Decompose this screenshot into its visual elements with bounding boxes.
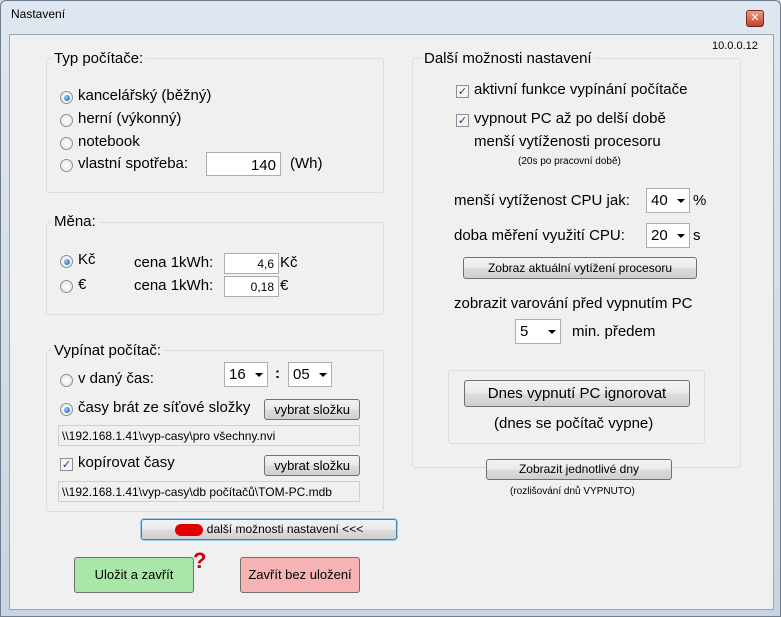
cpu-threshold-unit: % (693, 192, 707, 209)
select-folder-button[interactable]: vybrat složku (264, 399, 360, 420)
save-close-button[interactable]: Uložit a zavřít (74, 557, 194, 593)
radio-czk[interactable] (60, 255, 73, 268)
title-bar[interactable]: Nastavení ✕ (1, 1, 780, 27)
cpu-threshold-value: 40 (651, 192, 668, 209)
active-shutdown-checkbox[interactable]: ✓ (456, 85, 469, 98)
copy-times-label[interactable]: kopírovat časy (78, 454, 175, 471)
radio-network-label[interactable]: časy brát ze síťové složky (78, 399, 250, 416)
warning-value: 5 (520, 323, 529, 340)
hour-value: 16 (229, 366, 246, 383)
chevron-down-icon (548, 330, 556, 334)
copy-path-field[interactable]: \\192.168.1.41\vyp-casy\db počítačů\TOM-… (58, 481, 360, 502)
more-options-title: Další možnosti nastavení (422, 50, 594, 67)
radio-notebook-label[interactable]: notebook (78, 133, 140, 150)
radio-gaming[interactable] (60, 114, 73, 127)
select-folder-button-2[interactable]: vybrat složku (264, 455, 360, 476)
cpu-idle-note: (20s po pracovní době) (518, 156, 621, 167)
price-unit-czk: Kč (280, 254, 298, 271)
client-area: 10.0.0.12 Typ počítače: kancelářský (běž… (9, 34, 774, 610)
measure-value: 20 (651, 227, 668, 244)
days-note: (rozlišování dnů VYPNUTO) (510, 486, 635, 497)
chevron-down-icon (677, 199, 685, 203)
chevron-down-icon (319, 373, 327, 377)
more-settings-label: další možnosti nastavení <<< (206, 522, 364, 536)
ignore-status-text: (dnes se počítač vypne) (494, 415, 654, 432)
radio-network[interactable] (60, 403, 73, 416)
cpu-idle-checkbox[interactable]: ✓ (456, 114, 469, 127)
chevron-down-icon (255, 373, 263, 377)
currency-title: Měna: (52, 213, 98, 230)
radio-gaming-label[interactable]: herní (výkonný) (78, 110, 181, 127)
redaction-mark (174, 523, 203, 536)
close-nosave-button[interactable]: Zavřít bez uložení (240, 557, 360, 593)
cpu-threshold-select[interactable]: 40 (646, 188, 690, 213)
shutdown-title: Vypínat počítač: (52, 342, 164, 359)
show-days-button[interactable]: Zobrazit jednotlivé dny (486, 459, 672, 480)
radio-custom[interactable] (60, 159, 73, 172)
radio-office-label[interactable]: kancelářský (běžný) (78, 87, 211, 104)
consumption-unit: (Wh) (290, 155, 323, 172)
price-label-eur: cena 1kWh: (134, 277, 214, 294)
measure-label: doba měření využití CPU: (454, 227, 625, 244)
ignore-today-button[interactable]: Dnes vypnutí PC ignorovat (464, 380, 690, 407)
radio-czk-label[interactable]: Kč (78, 251, 96, 268)
cpu-idle-label-1[interactable]: vypnout PC až po delší době (474, 110, 666, 127)
window-title: Nastavení (11, 7, 66, 21)
computer-type-title: Typ počítače: (52, 50, 146, 67)
time-colon: : (275, 365, 280, 382)
minute-value: 05 (293, 366, 310, 383)
currency-group (46, 222, 384, 315)
consumption-input[interactable]: 140 (206, 152, 281, 176)
measure-select[interactable]: 20 (646, 223, 690, 248)
active-shutdown-label[interactable]: aktivní funkce vypínání počítače (474, 81, 687, 98)
radio-eur-label[interactable]: € (78, 276, 86, 293)
price-input-eur[interactable]: 0,18 (224, 276, 279, 297)
radio-office[interactable] (60, 91, 73, 104)
more-settings-button[interactable]: další možnosti nastavení <<< (141, 519, 397, 540)
version-label: 10.0.0.12 (712, 40, 758, 52)
settings-window: Nastavení ✕ 10.0.0.12 Typ počítače: kanc… (0, 0, 781, 617)
hour-select[interactable]: 16 (224, 362, 268, 387)
show-cpu-button[interactable]: Zobraz aktuální vytížení procesoru (463, 257, 697, 279)
radio-at-time-label[interactable]: v daný čas: (78, 370, 154, 387)
price-label-czk: cena 1kWh: (134, 254, 214, 271)
measure-unit: s (693, 227, 701, 244)
radio-at-time[interactable] (60, 374, 73, 387)
cpu-threshold-label: menší vytíženost CPU jak: (454, 192, 630, 209)
radio-notebook[interactable] (60, 137, 73, 150)
close-icon[interactable]: ✕ (746, 10, 764, 27)
warning-select[interactable]: 5 (515, 319, 561, 344)
cpu-idle-label-2[interactable]: menší vytíženosti procesoru (474, 133, 661, 150)
question-icon: ? (193, 548, 207, 573)
network-path-field[interactable]: \\192.168.1.41\vyp-casy\pro všechny.nvi (58, 425, 360, 446)
warning-label: zobrazit varování před vypnutím PC (454, 295, 693, 312)
price-input-czk[interactable]: 4,6 (224, 253, 279, 274)
minute-select[interactable]: 05 (288, 362, 332, 387)
chevron-down-icon (677, 234, 685, 238)
radio-eur[interactable] (60, 280, 73, 293)
price-unit-eur: € (280, 277, 289, 294)
warning-unit: min. předem (572, 323, 656, 340)
copy-times-checkbox[interactable]: ✓ (60, 458, 73, 471)
radio-custom-label[interactable]: vlastní spotřeba: (78, 155, 188, 172)
